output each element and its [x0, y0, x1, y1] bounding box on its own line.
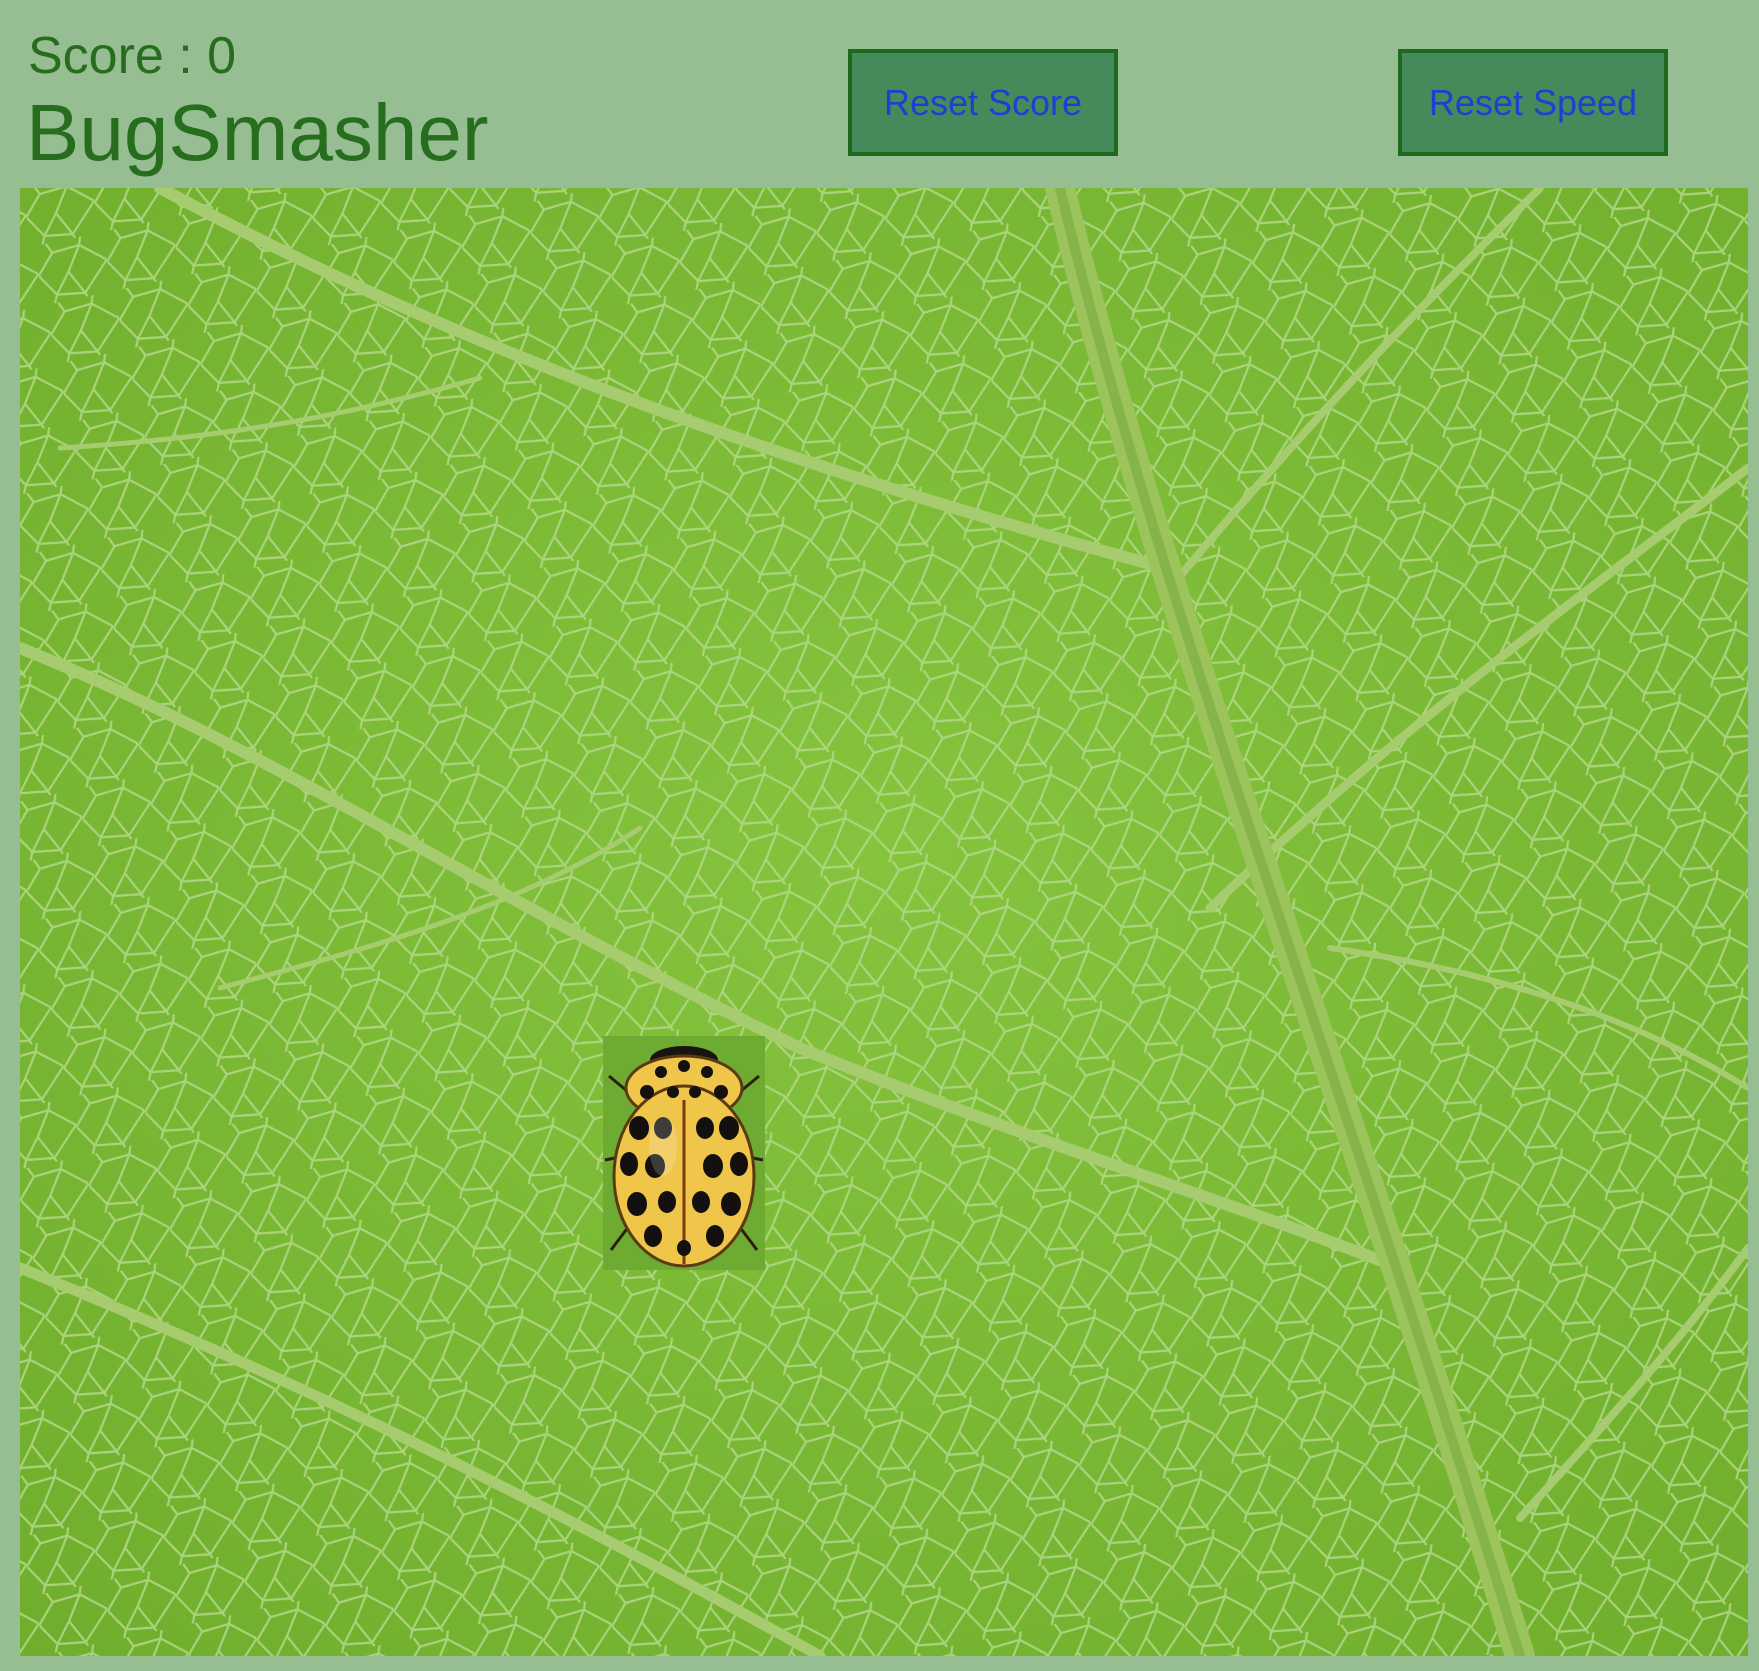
game-canvas[interactable]: [20, 188, 1748, 1656]
game-title: BugSmasher: [26, 88, 489, 177]
score-display: Score : 0: [28, 27, 237, 85]
reset-score-button[interactable]: Reset Score: [848, 49, 1118, 156]
leaf-background: [20, 188, 1748, 1656]
ladybug-icon[interactable]: [603, 1036, 765, 1270]
game-header: Score : 0 BugSmasher Reset Score Reset S…: [0, 0, 1759, 188]
reset-speed-button[interactable]: Reset Speed: [1398, 49, 1668, 156]
